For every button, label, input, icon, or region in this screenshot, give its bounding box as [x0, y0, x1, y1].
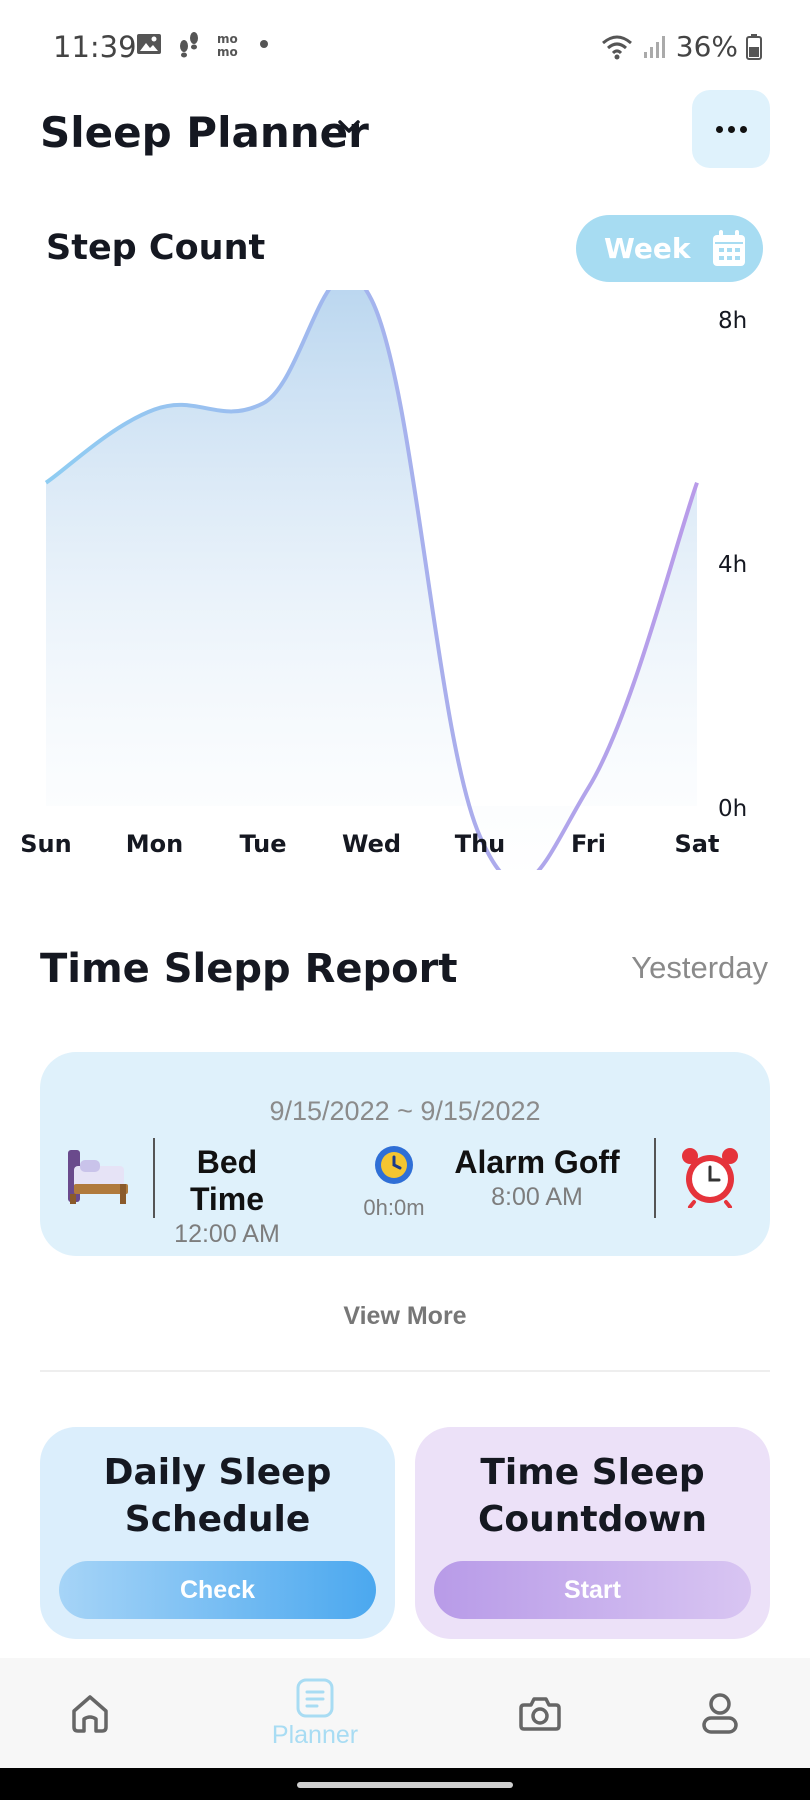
card-divider-right	[654, 1138, 656, 1218]
daily-sleep-title: Daily Sleep Schedule	[40, 1449, 395, 1543]
x-tick-label-sat: Sat	[675, 830, 720, 858]
x-tick-label-fri: Fri	[571, 830, 606, 858]
countdown-title-line1: Time Sleep	[480, 1452, 705, 1493]
report-period-selector[interactable]: Yesterday	[631, 950, 768, 986]
y-tick-label-4h: 4h	[718, 552, 747, 578]
status-notification-icons: mo mo	[136, 30, 270, 58]
report-title: Time Slepp Report	[40, 946, 458, 992]
report-date-range: 9/15/2022 ~ 9/15/2022	[269, 1096, 541, 1126]
daily-sleep-title-line1: Daily Sleep	[103, 1452, 332, 1493]
y-tick-label-8h: 8h	[718, 308, 747, 334]
nav-item-camera[interactable]	[480, 1658, 600, 1768]
home-gesture-handle[interactable]	[297, 1782, 513, 1788]
alarm-clock-icon	[682, 1148, 738, 1208]
countdown-title: Time Sleep Countdown	[415, 1449, 770, 1543]
signal-icon	[643, 35, 665, 58]
view-more-link[interactable]: View More	[0, 1302, 810, 1331]
countdown-title-line2: Countdown	[477, 1499, 707, 1540]
momo-icon: momo	[217, 32, 238, 57]
gallery-icon	[137, 34, 161, 54]
check-button[interactable]: Check	[59, 1561, 376, 1619]
card-divider-left	[153, 1138, 155, 1218]
status-time: 11:39	[53, 30, 137, 64]
bed-time-column: Bed Time 12:00 AM	[162, 1144, 292, 1249]
start-button[interactable]: Start	[434, 1561, 751, 1619]
bed-time-label: Bed Time	[189, 1144, 265, 1217]
x-tick-label-sun: Sun	[20, 830, 71, 858]
x-tick-label-thu: Thu	[455, 830, 506, 858]
section-divider	[40, 1370, 770, 1372]
chevron-down-icon[interactable]	[336, 114, 362, 140]
alarm-label: Alarm Goff	[454, 1144, 620, 1180]
nav-label-planner: Planner	[271, 1720, 359, 1749]
alarm-time-column: Alarm Goff 8:00 AM	[452, 1144, 622, 1212]
step-count-chart: Sun Mon Tue Wed Thu Fri Sat 0h 4h 8h	[20, 290, 747, 870]
more-dot	[739, 125, 747, 133]
sleep-duration: 0h:0m	[348, 1144, 440, 1221]
system-gesture-bar	[0, 1768, 810, 1800]
y-tick-label-0h: 0h	[718, 796, 747, 822]
calendar-icon	[712, 229, 745, 266]
nav-item-home[interactable]	[30, 1658, 150, 1768]
alarm-time-value: 8:00 AM	[491, 1183, 583, 1211]
profile-icon	[702, 1693, 738, 1734]
more-options-button[interactable]	[692, 90, 770, 168]
svg-text:mo: mo	[217, 45, 238, 57]
more-horizontal-icon	[715, 125, 723, 133]
battery-percent: 36%	[675, 30, 738, 63]
home-icon	[72, 1695, 108, 1733]
bed-time-value: 12:00 AM	[174, 1220, 280, 1248]
x-tick-label-mon: Mon	[126, 830, 183, 858]
planner-icon	[296, 1678, 334, 1717]
time-sleep-countdown-card: Time Sleep Countdown Start	[415, 1427, 770, 1639]
week-period-button[interactable]: Week	[576, 215, 763, 282]
battery-icon	[746, 33, 762, 60]
dot-icon	[260, 40, 268, 48]
x-tick-label-tue: Tue	[239, 830, 286, 858]
daily-sleep-schedule-card: Daily Sleep Schedule Check	[40, 1427, 395, 1639]
week-label: Week	[604, 232, 691, 265]
chart-area-fill	[46, 290, 697, 870]
footsteps-icon	[180, 32, 198, 58]
chart-title: Step Count	[46, 228, 266, 268]
sleep-duration-value: 0h:0m	[363, 1195, 425, 1220]
camera-icon	[519, 1697, 561, 1731]
sleep-report-card: 9/15/2022 ~ 9/15/2022 Bed Time 12:00 AM …	[40, 1052, 770, 1256]
more-dot	[727, 125, 735, 133]
svg-text:mo: mo	[217, 32, 238, 46]
page-title[interactable]: Sleep Planner	[40, 108, 369, 157]
nav-item-planner[interactable]: Planner	[255, 1658, 375, 1768]
nav-item-profile[interactable]	[660, 1658, 780, 1768]
x-tick-label-wed: Wed	[342, 830, 401, 858]
status-system-icons: 36%	[600, 30, 762, 63]
clock-icon	[375, 1146, 413, 1184]
status-bar: 11:39 mo mo 36%	[0, 0, 810, 92]
daily-sleep-title-line2: Schedule	[124, 1499, 311, 1540]
wifi-icon	[601, 35, 632, 59]
bed-icon	[68, 1150, 128, 1204]
